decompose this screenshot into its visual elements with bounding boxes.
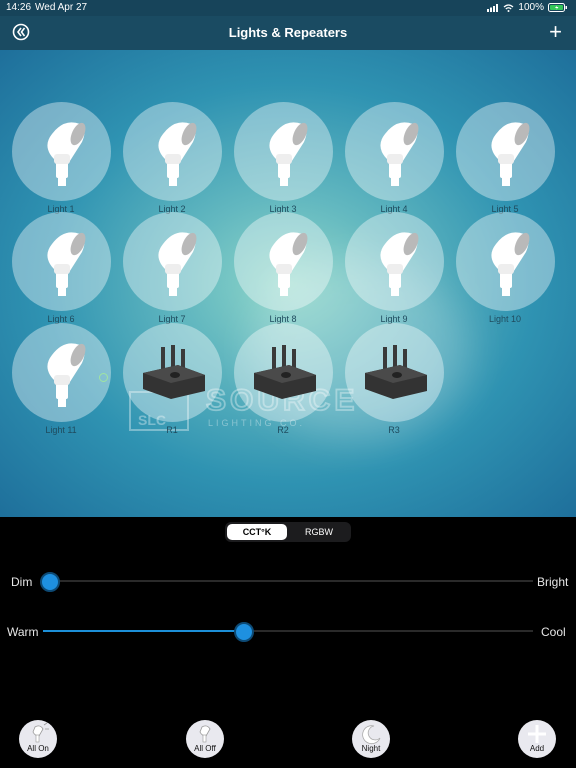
mode-segmented-control: CCT°K RGBW bbox=[225, 522, 351, 542]
all-on-button[interactable]: All On bbox=[19, 720, 57, 758]
device-circle bbox=[233, 212, 333, 311]
repeater-tile[interactable]: R2 bbox=[233, 323, 333, 435]
device-label: R3 bbox=[388, 425, 400, 435]
wifi-icon bbox=[503, 3, 514, 12]
device-stage: SLC SOURCE LIGHTING CO. Light 1 Light 2 Li… bbox=[0, 50, 576, 517]
status-right: 100% bbox=[487, 2, 568, 13]
light-tile[interactable]: Light 2 bbox=[122, 102, 222, 214]
light-tile[interactable]: Light 8 bbox=[233, 212, 333, 324]
device-circle bbox=[11, 212, 111, 311]
night-label: Night bbox=[361, 744, 381, 753]
add-button[interactable]: Add bbox=[518, 720, 556, 758]
device-circle bbox=[11, 102, 111, 201]
device-circle bbox=[344, 212, 444, 311]
device-circle bbox=[122, 102, 222, 201]
page-title: Lights & Repeaters bbox=[228, 25, 348, 40]
status-date: Wed Apr 27 bbox=[35, 2, 88, 13]
device-circle bbox=[122, 212, 222, 311]
device-label: R1 bbox=[166, 425, 178, 435]
all-off-label: All Off bbox=[194, 744, 216, 753]
all-on-label: All On bbox=[27, 744, 49, 753]
spotlight-icon bbox=[490, 232, 529, 296]
spotlight-icon bbox=[46, 232, 85, 296]
spotlight-icon bbox=[46, 343, 85, 407]
warm-label: Warm bbox=[7, 625, 39, 639]
battery-icon bbox=[548, 3, 567, 12]
light-tile[interactable]: Light 1 bbox=[11, 102, 111, 214]
spotlight-icon bbox=[46, 122, 85, 186]
spotlight-icon bbox=[157, 122, 196, 186]
device-circle bbox=[122, 323, 222, 422]
repeater-tile[interactable]: R1 bbox=[122, 323, 222, 435]
navbar: Lights & Repeaters + bbox=[0, 16, 576, 50]
control-panel bbox=[0, 517, 576, 768]
battery-percent: 100% bbox=[518, 2, 544, 13]
cool-label: Cool bbox=[541, 625, 566, 639]
light-tile[interactable]: Light 9 bbox=[344, 212, 444, 324]
device-circle bbox=[455, 102, 555, 201]
night-button[interactable]: Night bbox=[352, 720, 390, 758]
all-off-button[interactable]: All Off bbox=[186, 720, 224, 758]
device-label: Light 10 bbox=[488, 314, 522, 324]
device-label: R2 bbox=[277, 425, 289, 435]
bright-label: Bright bbox=[537, 575, 569, 589]
light-tile[interactable]: Light 6 bbox=[11, 212, 111, 324]
device-circle bbox=[11, 323, 111, 422]
add-label: Add bbox=[529, 744, 545, 753]
light-tile[interactable]: Light 5 bbox=[455, 102, 555, 214]
dim-label: Dim bbox=[11, 575, 33, 589]
temperature-slider-thumb[interactable] bbox=[233, 622, 254, 642]
spotlight-icon bbox=[379, 122, 418, 186]
tab-rgbw[interactable]: RGBW bbox=[289, 524, 349, 540]
light-tile[interactable]: Light 11 bbox=[11, 323, 111, 435]
spotlight-icon bbox=[157, 232, 196, 296]
status-time: 14:26 bbox=[6, 2, 32, 13]
light-tile[interactable]: Light 4 bbox=[344, 102, 444, 214]
device-label: Light 11 bbox=[45, 425, 77, 435]
signal-icon bbox=[487, 3, 499, 12]
device-circle bbox=[233, 323, 333, 422]
status-bar: 14:26 Wed Apr 27 100% bbox=[0, 0, 576, 16]
spotlight-icon bbox=[379, 232, 418, 296]
device-circle bbox=[344, 323, 444, 422]
spotlight-icon bbox=[268, 232, 307, 296]
brightness-slider-thumb[interactable] bbox=[40, 572, 60, 592]
light-tile[interactable]: Light 10 bbox=[455, 212, 555, 324]
brightness-slider-track[interactable] bbox=[43, 580, 533, 582]
spotlight-icon bbox=[268, 122, 307, 186]
repeater-icon bbox=[253, 345, 316, 399]
spotlight-icon bbox=[490, 122, 529, 186]
temperature-slider-track[interactable] bbox=[43, 630, 533, 632]
device-circle bbox=[233, 102, 333, 201]
repeater-icon bbox=[364, 345, 427, 399]
repeater-tile[interactable]: R3 bbox=[344, 323, 444, 435]
light-tile[interactable]: Light 7 bbox=[122, 212, 222, 324]
device-circle bbox=[455, 212, 555, 311]
device-circle bbox=[344, 102, 444, 201]
light-tile[interactable]: Light 3 bbox=[233, 102, 333, 214]
tab-cct[interactable]: CCT°K bbox=[227, 524, 287, 540]
add-icon[interactable]: + bbox=[549, 21, 562, 43]
temperature-slider-fill bbox=[43, 630, 244, 632]
repeater-icon bbox=[142, 345, 205, 399]
